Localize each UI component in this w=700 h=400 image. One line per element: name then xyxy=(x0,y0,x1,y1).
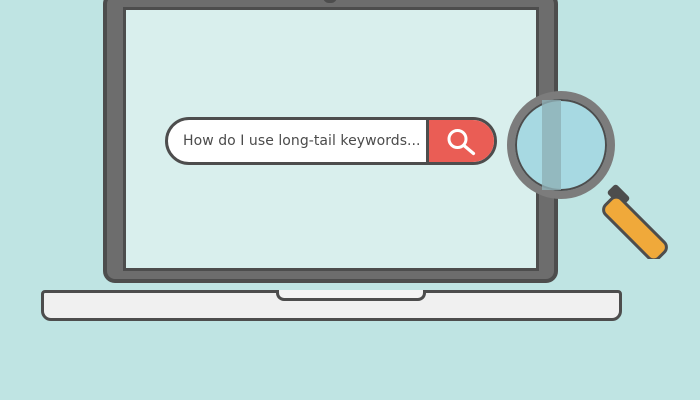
search-bar[interactable]: How do I use long-tail keywords... xyxy=(165,117,497,165)
illustration-scene: How do I use long-tail keywords... xyxy=(0,0,700,400)
search-icon xyxy=(447,129,476,156)
search-button[interactable] xyxy=(426,120,494,162)
trackpad-notch xyxy=(276,290,426,301)
search-input[interactable]: How do I use long-tail keywords... xyxy=(183,120,421,162)
magnifier-handle xyxy=(602,184,668,259)
magnifying-glass-icon xyxy=(507,91,668,259)
